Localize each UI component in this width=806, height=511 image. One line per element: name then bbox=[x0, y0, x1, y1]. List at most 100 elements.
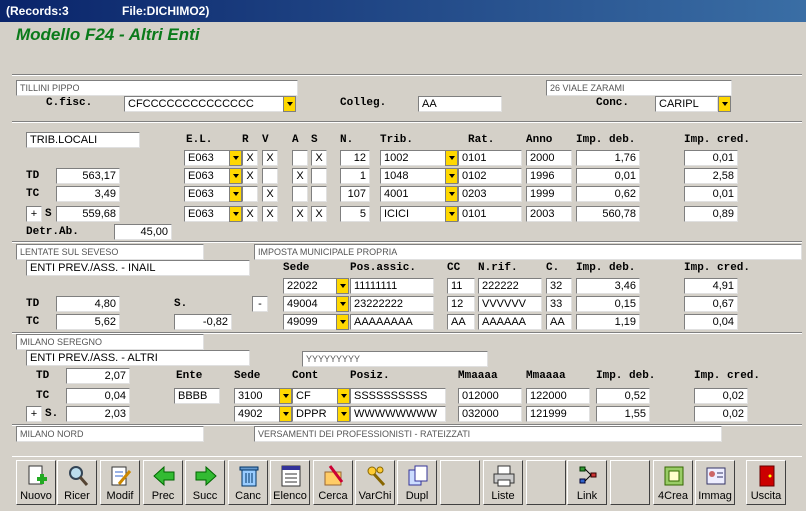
erario-plus-button[interactable]: + bbox=[26, 206, 42, 222]
n-field[interactable]: 5 bbox=[340, 206, 370, 222]
cred-field[interactable]: 0,01 bbox=[684, 150, 738, 166]
altri-deb-field[interactable]: 0,52 bbox=[596, 388, 650, 404]
detr-field[interactable]: 45,00 bbox=[114, 224, 172, 240]
toolbar-empty-button[interactable] bbox=[440, 460, 480, 505]
n-field[interactable]: 12 bbox=[340, 150, 370, 166]
altri-td-field[interactable]: 2,07 bbox=[66, 368, 130, 384]
altri-sede-dropdown-button[interactable] bbox=[279, 406, 292, 422]
inail-sign-field[interactable]: - bbox=[252, 296, 268, 312]
posassic-field[interactable]: AAAAAAAA bbox=[350, 314, 434, 330]
inail-title-field[interactable]: ENTI PREV./ASS. - INAIL bbox=[26, 260, 250, 276]
sede-field[interactable]: 49099 bbox=[283, 314, 337, 330]
altri-s-field[interactable]: 2,03 bbox=[66, 406, 130, 422]
footer-place-field[interactable]: MILANO NORD bbox=[16, 426, 204, 442]
cred-field[interactable]: 2,58 bbox=[684, 168, 738, 184]
cc-field[interactable]: 11 bbox=[447, 278, 475, 294]
cred-field[interactable]: 0,01 bbox=[684, 186, 738, 202]
toolbar-cerca-button[interactable]: Cerca bbox=[313, 460, 353, 505]
sede-dropdown-button[interactable] bbox=[336, 278, 349, 294]
r-checkbox[interactable] bbox=[242, 186, 258, 202]
el-field[interactable]: E063 bbox=[184, 150, 230, 166]
c-field[interactable]: 33 bbox=[546, 296, 572, 312]
deb-field[interactable]: 0,01 bbox=[576, 168, 640, 184]
r-checkbox[interactable]: X bbox=[242, 168, 258, 184]
a-checkbox[interactable]: X bbox=[292, 168, 308, 184]
posassic-field[interactable]: 23222222 bbox=[350, 296, 434, 312]
altri-place-field[interactable]: MILANO SEREGNO bbox=[16, 334, 204, 350]
r-checkbox[interactable]: X bbox=[242, 150, 258, 166]
sede-field[interactable]: 49004 bbox=[283, 296, 337, 312]
el-field[interactable]: E063 bbox=[184, 168, 230, 184]
toolbar-modif-button[interactable]: Modif bbox=[100, 460, 140, 505]
el-dropdown-button[interactable] bbox=[229, 186, 242, 202]
v-checkbox[interactable]: X bbox=[262, 186, 278, 202]
conc-dropdown-button[interactable] bbox=[718, 96, 731, 112]
inail-deb-field[interactable]: 1,19 bbox=[576, 314, 640, 330]
anno-field[interactable]: 1999 bbox=[526, 186, 572, 202]
s-checkbox[interactable]: X bbox=[311, 206, 327, 222]
trib-field[interactable]: 1048 bbox=[380, 168, 446, 184]
toolbar-nuovo-button[interactable]: Nuovo bbox=[16, 460, 56, 505]
trib-field[interactable]: ICICI bbox=[380, 206, 446, 222]
inail-deb-field[interactable]: 0,15 bbox=[576, 296, 640, 312]
toolbar-varchi-button[interactable]: VarChi bbox=[355, 460, 395, 505]
inail-cred-field[interactable]: 4,91 bbox=[684, 278, 738, 294]
toolbar-dupl-button[interactable]: Dupl bbox=[397, 460, 437, 505]
a-checkbox[interactable] bbox=[292, 186, 308, 202]
sede-field[interactable]: 22022 bbox=[283, 278, 337, 294]
versamenti-field[interactable]: VERSAMENTI DEI PROFESSIONISTI - RATEIZZA… bbox=[254, 426, 722, 442]
cc-field[interactable]: 12 bbox=[447, 296, 475, 312]
deb-field[interactable]: 0,62 bbox=[576, 186, 640, 202]
toolbar-liste-button[interactable]: Liste bbox=[483, 460, 523, 505]
s-checkbox[interactable]: X bbox=[311, 150, 327, 166]
mmaaaa1-field[interactable]: 012000 bbox=[458, 388, 522, 404]
inail-s-field[interactable]: -0,82 bbox=[174, 314, 232, 330]
trib-field[interactable]: 4001 bbox=[380, 186, 446, 202]
rat-field[interactable]: 0203 bbox=[458, 186, 522, 202]
toolbar-succ-button[interactable]: Succ bbox=[185, 460, 225, 505]
erario-tc-field[interactable]: 3,49 bbox=[56, 186, 120, 202]
toolbar-immag-button[interactable]: Immag bbox=[695, 460, 735, 505]
inail-td-field[interactable]: 4,80 bbox=[56, 296, 120, 312]
altri-sede-field[interactable]: 3100 bbox=[234, 388, 280, 404]
cc-field[interactable]: AA bbox=[447, 314, 475, 330]
v-checkbox[interactable]: X bbox=[262, 150, 278, 166]
toolbar-elenco-button[interactable]: Elenco bbox=[270, 460, 310, 505]
altri-extra-field[interactable]: YYYYYYYYY bbox=[302, 351, 488, 367]
conc-field[interactable]: CARIPL bbox=[655, 96, 718, 112]
ente-field[interactable]: BBBB bbox=[174, 388, 220, 404]
erario-s-field[interactable]: 559,68 bbox=[56, 206, 120, 222]
rat-field[interactable]: 0101 bbox=[458, 206, 522, 222]
trib-dropdown-button[interactable] bbox=[445, 206, 458, 222]
nrif-field[interactable]: 222222 bbox=[478, 278, 542, 294]
el-dropdown-button[interactable] bbox=[229, 168, 242, 184]
cfisc-field[interactable]: CFCCCCCCCCCCCCCC bbox=[124, 96, 284, 112]
colleg-field[interactable]: AA bbox=[418, 96, 502, 112]
r-checkbox[interactable]: X bbox=[242, 206, 258, 222]
v-checkbox[interactable] bbox=[262, 168, 278, 184]
toolbar-prec-button[interactable]: Prec bbox=[143, 460, 183, 505]
toolbar-empty-button[interactable] bbox=[526, 460, 566, 505]
toolbar-ricer-button[interactable]: Ricer bbox=[57, 460, 97, 505]
toolbar-4crea-button[interactable]: 4Crea bbox=[653, 460, 693, 505]
el-field[interactable]: E063 bbox=[184, 206, 230, 222]
el-dropdown-button[interactable] bbox=[229, 150, 242, 166]
cont-dropdown-button[interactable] bbox=[337, 406, 350, 422]
altri-tc-field[interactable]: 0,04 bbox=[66, 388, 130, 404]
sede-dropdown-button[interactable] bbox=[336, 314, 349, 330]
altri-sede-dropdown-button[interactable] bbox=[279, 388, 292, 404]
inail-cred-field[interactable]: 0,04 bbox=[684, 314, 738, 330]
cred-field[interactable]: 0,89 bbox=[684, 206, 738, 222]
deb-field[interactable]: 1,76 bbox=[576, 150, 640, 166]
toolbar-link-button[interactable]: Link bbox=[567, 460, 607, 505]
el-field[interactable]: E063 bbox=[184, 186, 230, 202]
posassic-field[interactable]: 11111111 bbox=[350, 278, 434, 294]
altri-cred-field[interactable]: 0,02 bbox=[694, 406, 748, 422]
posiz-field[interactable]: SSSSSSSSSS bbox=[350, 388, 446, 404]
sede-dropdown-button[interactable] bbox=[336, 296, 349, 312]
cfisc-dropdown-button[interactable] bbox=[283, 96, 296, 112]
v-checkbox[interactable]: X bbox=[262, 206, 278, 222]
altri-plus-button[interactable]: + bbox=[26, 406, 42, 422]
inail-deb-field[interactable]: 3,46 bbox=[576, 278, 640, 294]
contributor-address[interactable]: 26 VIALE ZARAMI bbox=[546, 80, 732, 96]
